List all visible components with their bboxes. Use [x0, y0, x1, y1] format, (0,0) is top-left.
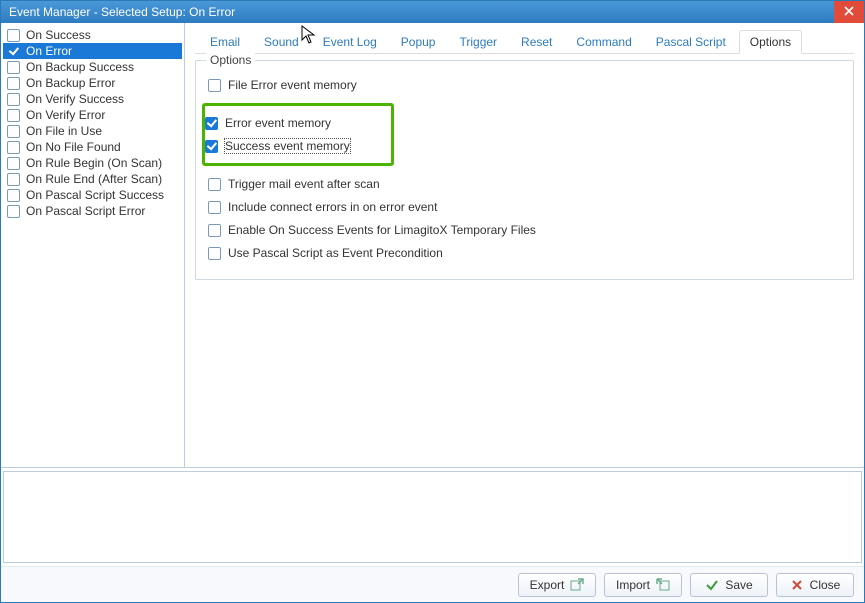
tab[interactable]: Command: [565, 30, 642, 54]
checkbox-icon[interactable]: [205, 140, 218, 153]
checkbox-icon[interactable]: [7, 205, 20, 218]
checkbox-icon[interactable]: [7, 157, 20, 170]
sidebar-item[interactable]: On Pascal Script Error: [3, 203, 182, 219]
sidebar-item-label: On Success: [26, 28, 91, 42]
close-icon: [844, 5, 854, 19]
checkbox-icon[interactable]: [7, 29, 20, 42]
save-button-label: Save: [725, 578, 752, 592]
check-icon: [705, 578, 719, 592]
group-legend: Options: [206, 53, 255, 67]
options-list: File Error event memory Error event memor…: [208, 76, 841, 262]
option-row[interactable]: Trigger mail event after scan: [208, 175, 841, 193]
sidebar-item[interactable]: On File in Use: [3, 123, 182, 139]
export-icon: [570, 578, 584, 592]
close-button[interactable]: Close: [776, 573, 854, 597]
main-area: On Success On Error On Backup Success On Ba…: [1, 23, 864, 468]
save-button[interactable]: Save: [690, 573, 768, 597]
option-row[interactable]: File Error event memory: [208, 76, 841, 94]
checkbox-icon[interactable]: [7, 189, 20, 202]
option-row[interactable]: Include connect errors in on error event: [208, 198, 841, 216]
sidebar-item-label: On Backup Error: [26, 76, 115, 90]
output-panel[interactable]: [3, 471, 862, 563]
checkbox-icon[interactable]: [7, 173, 20, 186]
sidebar-item-label: On Verify Error: [26, 108, 105, 122]
tab[interactable]: Popup: [390, 30, 447, 54]
checkbox-icon[interactable]: [208, 247, 221, 260]
checkbox-icon[interactable]: [208, 79, 221, 92]
import-button-label: Import: [616, 578, 650, 592]
checkbox-icon[interactable]: [208, 178, 221, 191]
checkbox-icon[interactable]: [208, 224, 221, 237]
sidebar-item[interactable]: On Rule Begin (On Scan): [3, 155, 182, 171]
option-label: File Error event memory: [228, 78, 357, 92]
sidebar-item-label: On File in Use: [26, 124, 102, 138]
checkbox-icon[interactable]: [7, 77, 20, 90]
option-label: Success event memory: [225, 139, 350, 153]
checkbox-icon[interactable]: [208, 201, 221, 214]
tab[interactable]: Trigger: [448, 30, 508, 54]
option-row[interactable]: Use Pascal Script as Event Precondition: [208, 244, 841, 262]
close-button-label: Close: [810, 578, 841, 592]
sidebar-item[interactable]: On Pascal Script Success: [3, 187, 182, 203]
titlebar: Event Manager - Selected Setup: On Error: [1, 1, 864, 23]
option-label: Use Pascal Script as Event Precondition: [228, 246, 443, 260]
option-row[interactable]: Enable On Success Events for LimagitoX T…: [208, 221, 841, 239]
sidebar-item-label: On Pascal Script Error: [26, 204, 145, 218]
option-label: Include connect errors in on error event: [228, 200, 437, 214]
tab[interactable]: Reset: [510, 30, 563, 54]
sidebar-item-label: On Error: [26, 44, 72, 58]
option-label: Enable On Success Events for LimagitoX T…: [228, 223, 536, 237]
import-icon: [656, 578, 670, 592]
checkbox-icon[interactable]: [7, 93, 20, 106]
sidebar-item-label: On Pascal Script Success: [26, 188, 164, 202]
tab[interactable]: Pascal Script: [645, 30, 737, 54]
option-row[interactable]: Error event memory: [205, 114, 387, 132]
options-group: Options File Error event memoryError eve…: [195, 60, 854, 280]
tab[interactable]: Sound: [253, 30, 310, 54]
option-label: Error event memory: [225, 116, 331, 130]
checkbox-icon[interactable]: [205, 117, 218, 130]
option-label: Trigger mail event after scan: [228, 177, 380, 191]
tab-bar: EmailSoundEvent LogPopupTriggerResetComm…: [195, 29, 854, 54]
window-close-button[interactable]: [834, 1, 864, 23]
checkbox-icon[interactable]: [7, 61, 20, 74]
sidebar-item[interactable]: On Rule End (After Scan): [3, 171, 182, 187]
sidebar-item[interactable]: On Success: [3, 27, 182, 43]
export-button-label: Export: [530, 578, 565, 592]
sidebar-item[interactable]: On Backup Error: [3, 75, 182, 91]
sidebar-item[interactable]: On Verify Success: [3, 91, 182, 107]
checkbox-icon[interactable]: [7, 45, 20, 58]
sidebar-item-label: On Backup Success: [26, 60, 134, 74]
tab[interactable]: Event Log: [312, 30, 388, 54]
highlight-box: Error event memory Success event memory: [202, 103, 394, 166]
content-pane: EmailSoundEvent LogPopupTriggerResetComm…: [185, 23, 864, 467]
sidebar-item-label: On Verify Success: [26, 92, 124, 106]
import-button[interactable]: Import: [604, 573, 682, 597]
sidebar-item-label: On No File Found: [26, 140, 121, 154]
option-row[interactable]: Success event memory: [205, 137, 387, 155]
button-bar: Export Import Save Close: [1, 566, 864, 602]
sidebar-item[interactable]: On Verify Error: [3, 107, 182, 123]
tab[interactable]: Email: [199, 30, 251, 54]
sidebar-list[interactable]: On Success On Error On Backup Success On Ba…: [1, 23, 185, 467]
checkbox-icon[interactable]: [7, 125, 20, 138]
checkbox-icon[interactable]: [7, 141, 20, 154]
sidebar-item[interactable]: On Backup Success: [3, 59, 182, 75]
export-button[interactable]: Export: [518, 573, 596, 597]
sidebar-item[interactable]: On No File Found: [3, 139, 182, 155]
sidebar-item[interactable]: On Error: [3, 43, 182, 59]
checkbox-icon[interactable]: [7, 109, 20, 122]
x-icon: [790, 578, 804, 592]
sidebar-item-label: On Rule Begin (On Scan): [26, 156, 162, 170]
sidebar-item-label: On Rule End (After Scan): [26, 172, 162, 186]
window-title: Event Manager - Selected Setup: On Error: [9, 5, 235, 19]
tab[interactable]: Options: [739, 30, 802, 54]
